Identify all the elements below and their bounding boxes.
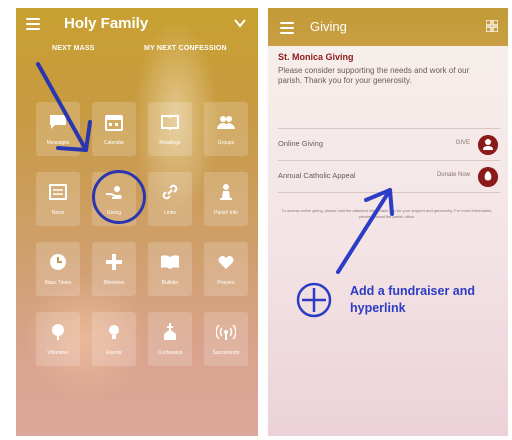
tile-volunteer[interactable]: Volunteer bbox=[36, 312, 80, 366]
tile-label: Readings bbox=[159, 140, 181, 146]
online-giving-row[interactable]: Online Giving GIVE bbox=[278, 134, 498, 156]
give-link[interactable]: GIVE bbox=[456, 140, 470, 146]
open-book-icon bbox=[161, 255, 179, 269]
giving-screen: Giving St. Monica Giving Please consider… bbox=[268, 8, 508, 436]
tile-parish-info[interactable]: Parish Info bbox=[204, 172, 248, 226]
divider bbox=[278, 128, 500, 129]
church-icon bbox=[164, 323, 176, 340]
chevron-down-icon[interactable] bbox=[234, 17, 246, 29]
sub-navigation: NEXT MASS MY NEXT CONFESSION bbox=[16, 42, 258, 60]
tile-readings[interactable]: Readings bbox=[148, 102, 192, 156]
tree-icon bbox=[52, 324, 64, 340]
chess-icon bbox=[220, 184, 232, 200]
row-label: Online Giving bbox=[278, 139, 324, 148]
link-icon bbox=[162, 184, 178, 200]
annotation-caption: Add a fundraiser and hyperlink bbox=[350, 284, 476, 315]
newspaper-icon bbox=[49, 184, 67, 200]
donate-now-link[interactable]: Donate Now bbox=[437, 172, 470, 178]
app-header: Holy Family bbox=[16, 8, 258, 40]
tile-label: Calendar bbox=[103, 140, 125, 146]
giving-header: Giving bbox=[268, 8, 508, 46]
intro-text: Please consider supporting the needs and… bbox=[278, 66, 470, 85]
tile-bulletin[interactable]: Bulletin bbox=[148, 242, 192, 296]
tile-ministries[interactable]: Ministries bbox=[92, 242, 136, 296]
tile-sacraments[interactable]: Sacraments bbox=[204, 312, 248, 366]
tile-label: Parish Info bbox=[214, 210, 238, 216]
fineprint-text: To access online giving, please visit th… bbox=[281, 208, 493, 219]
tile-label: Volunteer bbox=[47, 350, 69, 356]
appeal-icon[interactable] bbox=[478, 167, 498, 187]
screen-title: Giving bbox=[310, 19, 347, 34]
menu-icon[interactable] bbox=[280, 22, 294, 34]
menu-icon[interactable] bbox=[26, 18, 40, 30]
tile-label: Mass Times bbox=[44, 280, 72, 286]
clock-icon bbox=[50, 254, 66, 270]
chat-icon bbox=[50, 115, 66, 129]
parish-title: Holy Family bbox=[64, 15, 149, 32]
tile-prayers[interactable]: Prayers bbox=[204, 242, 248, 296]
next-mass-link[interactable]: NEXT MASS bbox=[52, 45, 95, 52]
annual-appeal-row[interactable]: Annual Catholic Appeal Donate Now bbox=[278, 166, 498, 188]
calendar-icon bbox=[105, 115, 123, 131]
tile-events[interactable]: Events bbox=[92, 312, 136, 366]
giving-highlight-circle bbox=[92, 170, 146, 224]
tile-label: Confession bbox=[157, 350, 183, 356]
people-icon bbox=[217, 116, 235, 129]
row-label: Annual Catholic Appeal bbox=[278, 171, 356, 180]
tile-label: Ministries bbox=[103, 280, 125, 286]
tile-messages[interactable]: Messages bbox=[36, 102, 80, 156]
giving-content: St. Monica Giving Please consider suppor… bbox=[278, 52, 500, 86]
tile-label: Messages bbox=[46, 140, 70, 146]
tile-news[interactable]: News bbox=[36, 172, 80, 226]
home-screen: Holy Family NEXT MASS MY NEXT CONFESSION… bbox=[16, 8, 258, 436]
tile-confession[interactable]: Confession bbox=[148, 312, 192, 366]
cross-icon bbox=[106, 254, 122, 270]
lightbulb-icon bbox=[109, 325, 119, 339]
signal-icon bbox=[216, 324, 236, 340]
tile-label: News bbox=[51, 210, 65, 216]
tile-mass-times[interactable]: Mass Times bbox=[36, 242, 80, 296]
heart-hands-icon bbox=[218, 256, 234, 269]
divider bbox=[278, 160, 500, 161]
tile-label: Bulletin bbox=[161, 280, 179, 286]
grid-icon[interactable] bbox=[486, 20, 498, 32]
tile-groups[interactable]: Groups bbox=[204, 102, 248, 156]
tile-label: Links bbox=[164, 210, 176, 216]
giving-person-icon[interactable] bbox=[478, 135, 498, 155]
org-giving-title: St. Monica Giving bbox=[278, 52, 354, 62]
tile-label: Groups bbox=[217, 140, 235, 146]
tile-label: Sacraments bbox=[212, 350, 240, 356]
book-icon bbox=[161, 115, 179, 131]
tile-calendar[interactable]: Calendar bbox=[92, 102, 136, 156]
tile-label: Events bbox=[106, 350, 122, 356]
next-confession-link[interactable]: MY NEXT CONFESSION bbox=[144, 45, 227, 52]
divider bbox=[278, 192, 500, 193]
tile-links[interactable]: Links bbox=[148, 172, 192, 226]
tile-label: Prayers bbox=[217, 280, 235, 286]
